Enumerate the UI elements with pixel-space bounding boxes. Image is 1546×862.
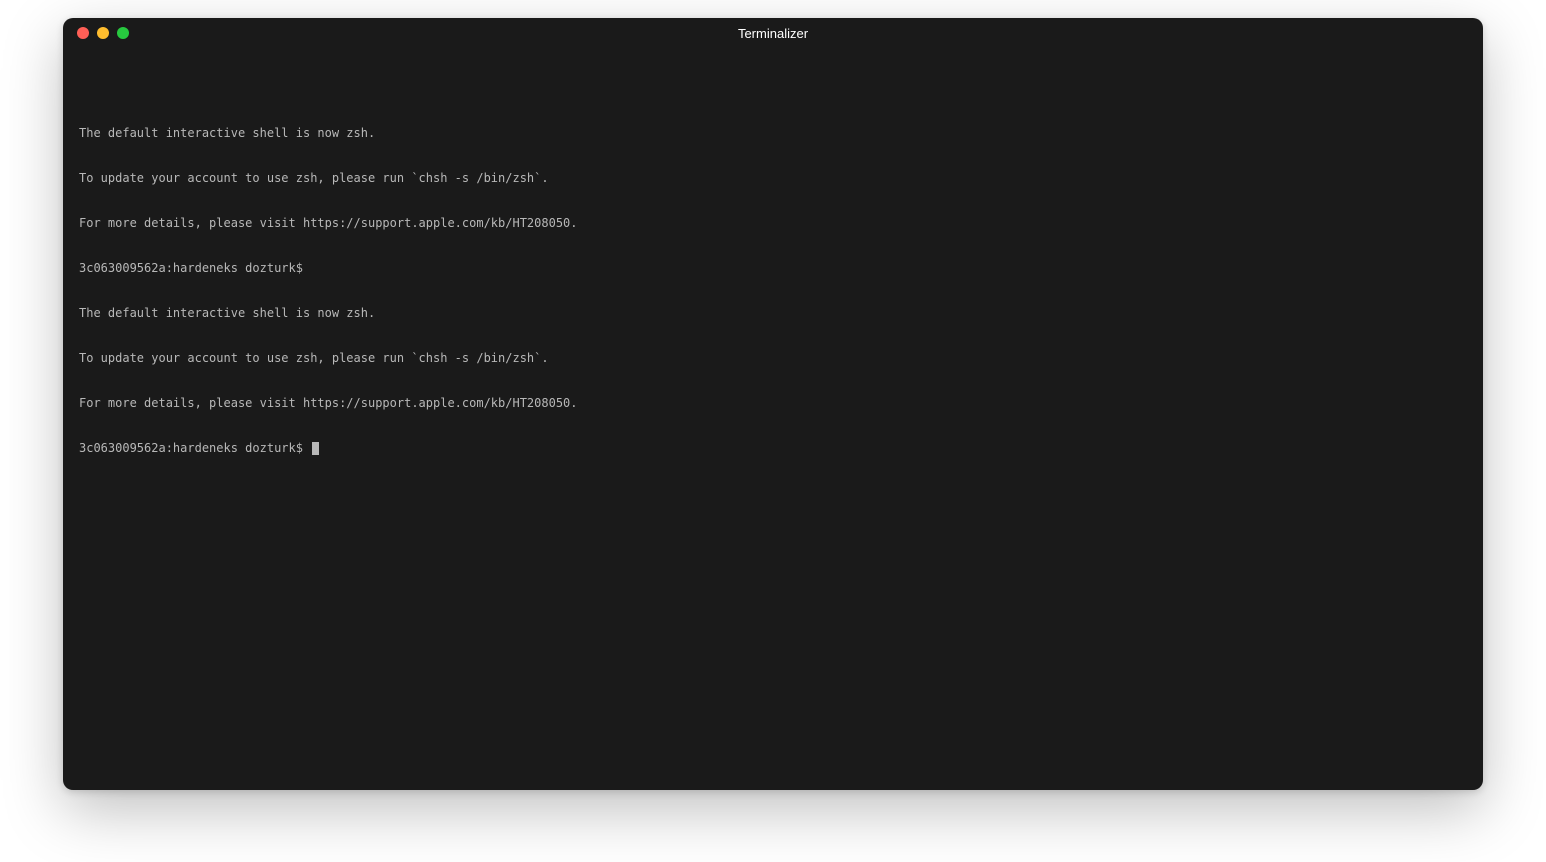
traffic-lights xyxy=(77,27,129,39)
terminal-output-line: For more details, please visit https://s… xyxy=(79,396,1467,411)
maximize-icon[interactable] xyxy=(117,27,129,39)
terminal-output-line: The default interactive shell is now zsh… xyxy=(79,306,1467,321)
terminal-window: Terminalizer The default interactive she… xyxy=(63,18,1483,790)
terminal-body[interactable]: The default interactive shell is now zsh… xyxy=(63,48,1483,790)
minimize-icon[interactable] xyxy=(97,27,109,39)
terminal-output-line: For more details, please visit https://s… xyxy=(79,216,1467,231)
close-icon[interactable] xyxy=(77,27,89,39)
cursor-icon xyxy=(312,442,319,455)
terminal-output-line: The default interactive shell is now zsh… xyxy=(79,126,1467,141)
window-title: Terminalizer xyxy=(63,26,1483,41)
terminal-prompt: 3c063009562a:hardeneks dozturk$ xyxy=(79,441,310,456)
titlebar: Terminalizer xyxy=(63,18,1483,48)
terminal-output-line: To update your account to use zsh, pleas… xyxy=(79,351,1467,366)
terminal-prompt-line: 3c063009562a:hardeneks dozturk$ xyxy=(79,441,1467,456)
terminal-output-line: 3c063009562a:hardeneks dozturk$ xyxy=(79,261,1467,276)
terminal-output-line: To update your account to use zsh, pleas… xyxy=(79,171,1467,186)
